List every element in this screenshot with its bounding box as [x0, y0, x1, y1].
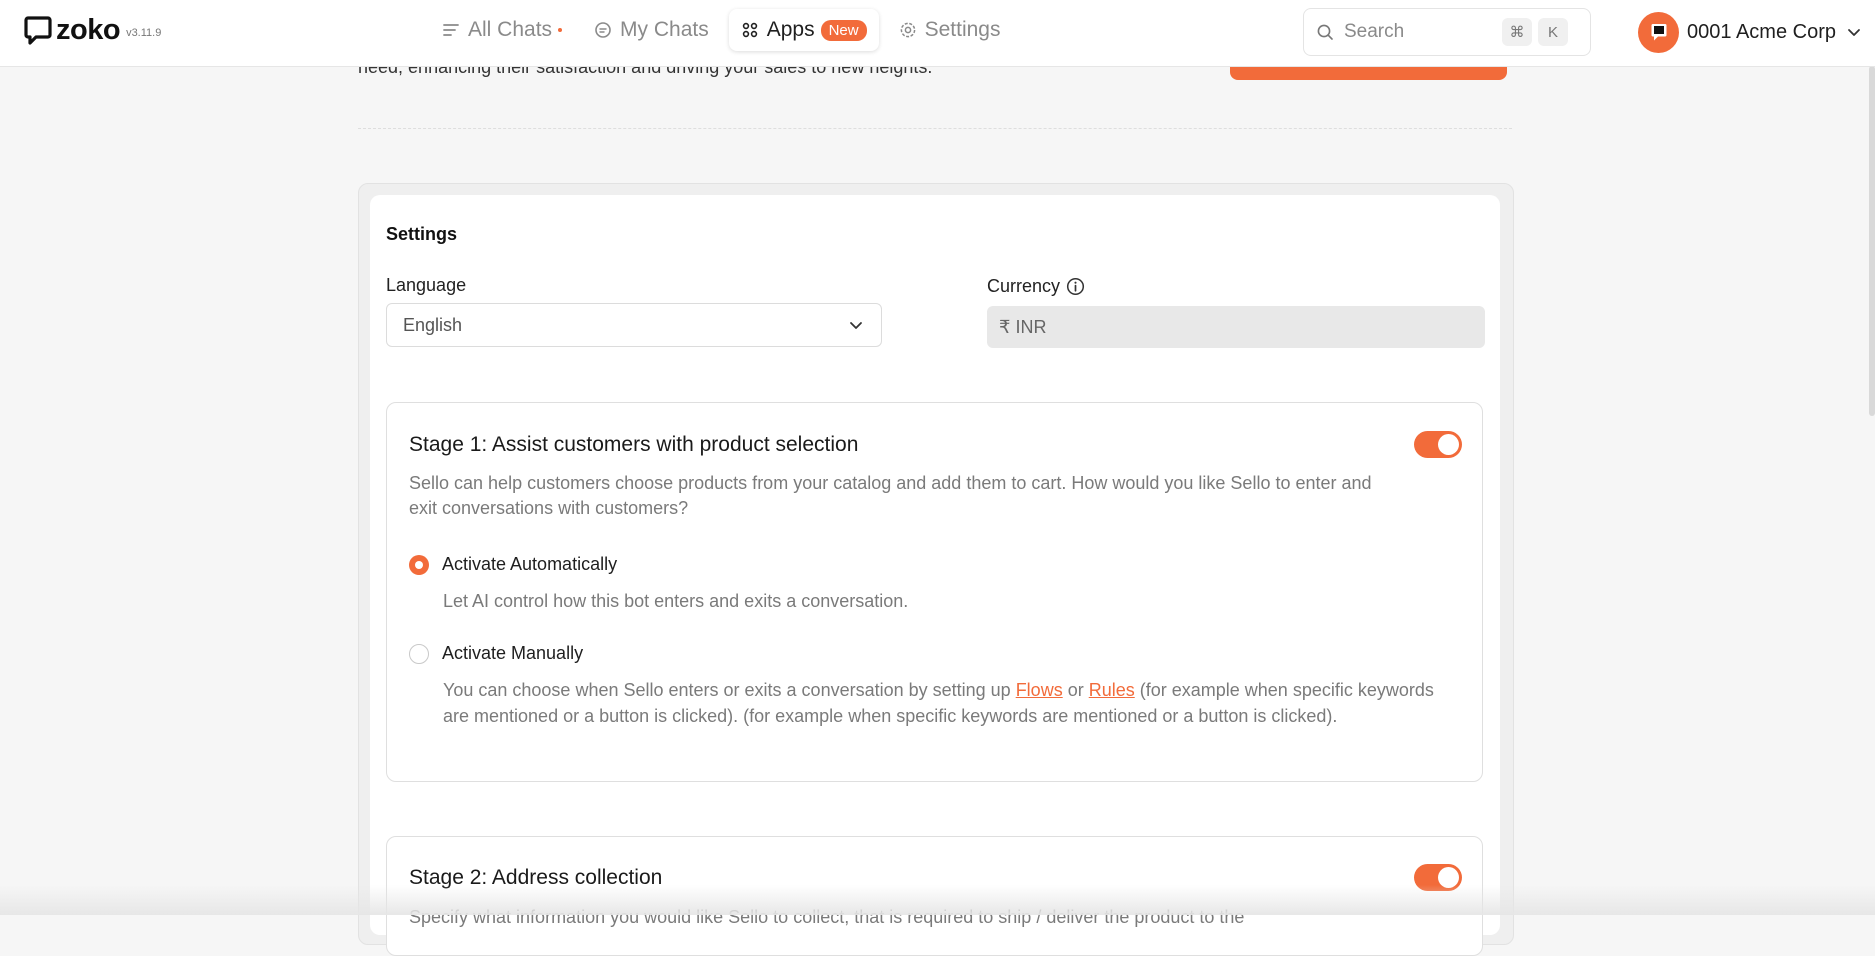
activate-manually-help: You can choose when Sello enters or exit…	[443, 677, 1453, 729]
stage-1-title: Stage 1: Assist customers with product s…	[409, 433, 859, 456]
new-badge: New	[820, 19, 867, 41]
apps-grid-icon	[742, 22, 757, 38]
language-value: English	[403, 314, 463, 335]
info-icon[interactable]	[1066, 277, 1085, 296]
tab-all-chats-label: All Chats	[468, 18, 553, 41]
stage-1-description: Sello can help customers choose products…	[409, 473, 1372, 518]
activate-automatically-label: Activate Automatically	[442, 554, 618, 574]
rules-link[interactable]: Rules	[1089, 680, 1135, 700]
activate-manually-option[interactable]: Activate Manually	[409, 643, 583, 664]
logo-wordmark: zoko	[56, 13, 121, 46]
bottom-fade	[0, 885, 1875, 915]
search-icon	[1317, 24, 1333, 40]
scrollbar[interactable]	[1869, 66, 1875, 416]
flows-link[interactable]: Flows	[1016, 680, 1063, 700]
search-input[interactable]	[1342, 20, 1496, 44]
activate-manually-label: Activate Manually	[442, 643, 584, 663]
shortcut-k-key: K	[1538, 18, 1568, 46]
chevron-down-icon	[1848, 29, 1860, 36]
radio-automatic[interactable]	[409, 554, 429, 575]
currency-label-text: Currency	[987, 276, 1061, 296]
chevron-down-icon	[850, 322, 862, 329]
tab-apps-label: Apps	[766, 18, 815, 41]
list-filter-icon	[443, 24, 459, 36]
language-select[interactable]: English	[386, 303, 882, 347]
manual-help-or: or	[1062, 680, 1089, 700]
toggle-knob	[1438, 434, 1459, 455]
app-version: v3.11.9	[126, 27, 162, 39]
tab-all-chats[interactable]: All Chats	[430, 9, 574, 51]
chat-bubble-icon	[595, 22, 611, 38]
avatar	[1638, 11, 1679, 53]
zoko-logo-icon	[24, 16, 52, 45]
currency-value: ₹ INR	[999, 316, 1047, 337]
activate-automatically-help: Let AI control how this bot enters and e…	[443, 591, 909, 611]
tab-my-chats-label: My Chats	[620, 18, 709, 41]
account-menu[interactable]: 0001 Acme Corp	[1638, 11, 1862, 53]
tab-apps[interactable]: Apps New	[728, 9, 879, 51]
language-label: Language	[386, 275, 466, 296]
currency-field: ₹ INR	[987, 306, 1485, 348]
account-name: 0001 Acme Corp	[1687, 20, 1836, 43]
section-divider	[358, 128, 1512, 129]
shortcut-cmd-key: ⌘	[1502, 18, 1532, 46]
settings-title: Settings	[386, 224, 458, 244]
logo[interactable]: zoko v3.11.9	[24, 12, 161, 48]
currency-label: Currency	[987, 276, 1085, 297]
tab-settings-label: Settings	[924, 18, 1001, 41]
stage-1-toggle[interactable]	[1414, 431, 1462, 458]
top-bar: zoko v3.11.9 All Chats My Chats Apps New…	[0, 0, 1875, 67]
radio-manual[interactable]	[409, 643, 429, 664]
manual-help-prefix: You can choose when Sello enters or exit…	[443, 680, 1016, 700]
language-label-text: Language	[386, 275, 467, 295]
tab-settings[interactable]: Settings	[887, 9, 1013, 51]
main-nav: All Chats My Chats Apps New Settings	[430, 9, 1021, 51]
zoko-avatar-icon	[1651, 24, 1666, 41]
stage-1-card: Stage 1: Assist customers with product s…	[386, 402, 1483, 782]
tab-my-chats[interactable]: My Chats	[582, 9, 721, 51]
activate-automatically-option[interactable]: Activate Automatically	[409, 554, 617, 575]
search-box[interactable]: ⌘ K	[1303, 8, 1591, 56]
unread-dot	[558, 28, 563, 32]
gear-icon	[900, 22, 915, 38]
